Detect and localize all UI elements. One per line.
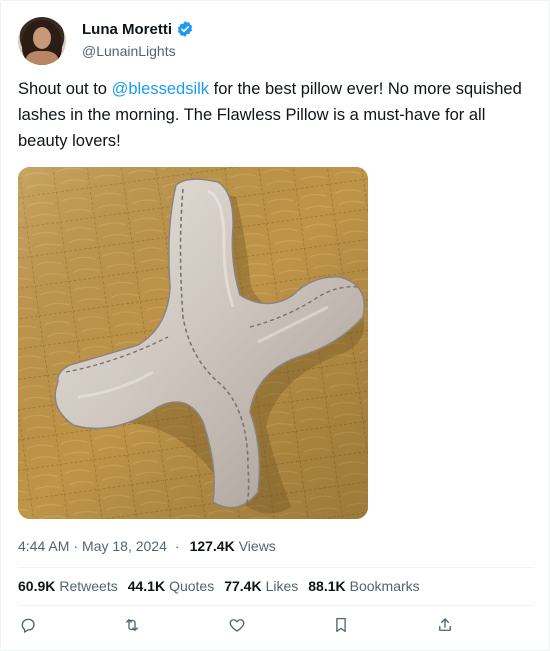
stat-quotes-label: Quotes (169, 578, 215, 594)
stat-quotes[interactable]: 44.1K Quotes (128, 578, 215, 594)
stat-likes-count: 77.4K (224, 578, 262, 594)
stat-bookmarks[interactable]: 88.1K Bookmarks (308, 578, 419, 594)
reply-icon (19, 616, 37, 639)
bookmark-icon (332, 616, 350, 639)
tweet-card: Luna Moretti @LunainLights Shout out to … (0, 0, 550, 651)
tweet-photo[interactable] (18, 167, 368, 519)
heart-icon (228, 616, 246, 639)
stat-likes[interactable]: 77.4K Likes (224, 578, 298, 594)
retweet-icon (123, 616, 141, 639)
tweet-meta: 4:44 AM · May 18, 2024 · 127.4K Views (18, 536, 276, 556)
tweet-time[interactable]: 4:44 AM (18, 538, 69, 554)
reply-button[interactable] (17, 616, 39, 638)
action-bar (1, 613, 550, 641)
avatar-shoulder (26, 51, 58, 65)
stat-retweets-count: 60.9K (18, 578, 56, 594)
bookmark-button[interactable] (330, 616, 352, 638)
meta-separator-2: · (174, 538, 180, 554)
stat-quotes-count: 44.1K (127, 578, 166, 594)
meta-separator: · (73, 538, 79, 554)
tweet-text: Shout out to @blessedsilk for the best p… (18, 76, 533, 154)
share-icon (436, 616, 454, 639)
author-display-name[interactable]: Luna Moretti (82, 21, 172, 38)
divider-bottom (18, 605, 534, 606)
stat-retweets-label: Retweets (59, 578, 118, 594)
like-button[interactable] (226, 616, 248, 638)
author-handle[interactable]: @LunainLights (82, 43, 176, 59)
share-button[interactable] (434, 616, 456, 638)
divider-top (18, 567, 534, 568)
retweet-button[interactable] (121, 616, 143, 638)
avatar-face (33, 27, 51, 49)
tweet-date[interactable]: May 18, 2024 (82, 538, 167, 554)
tweet-text-before: Shout out to (18, 80, 112, 98)
stat-bookmarks-count: 88.1K (308, 578, 346, 594)
stat-bookmarks-label: Bookmarks (349, 578, 420, 594)
verified-badge-icon (176, 20, 194, 38)
engagement-stats: 60.9K Retweets 44.1K Quotes 77.4K Likes … (18, 576, 430, 596)
mention-link[interactable]: @blessedsilk (112, 80, 209, 98)
stat-likes-label: Likes (265, 578, 299, 594)
views-count: 127.4K (189, 538, 235, 554)
views-label: Views (238, 538, 276, 554)
author-name-row: Luna Moretti (82, 19, 194, 39)
avatar[interactable] (18, 17, 66, 65)
pillow-photo-illustration (18, 167, 368, 519)
stat-retweets[interactable]: 60.9K Retweets (18, 578, 118, 594)
